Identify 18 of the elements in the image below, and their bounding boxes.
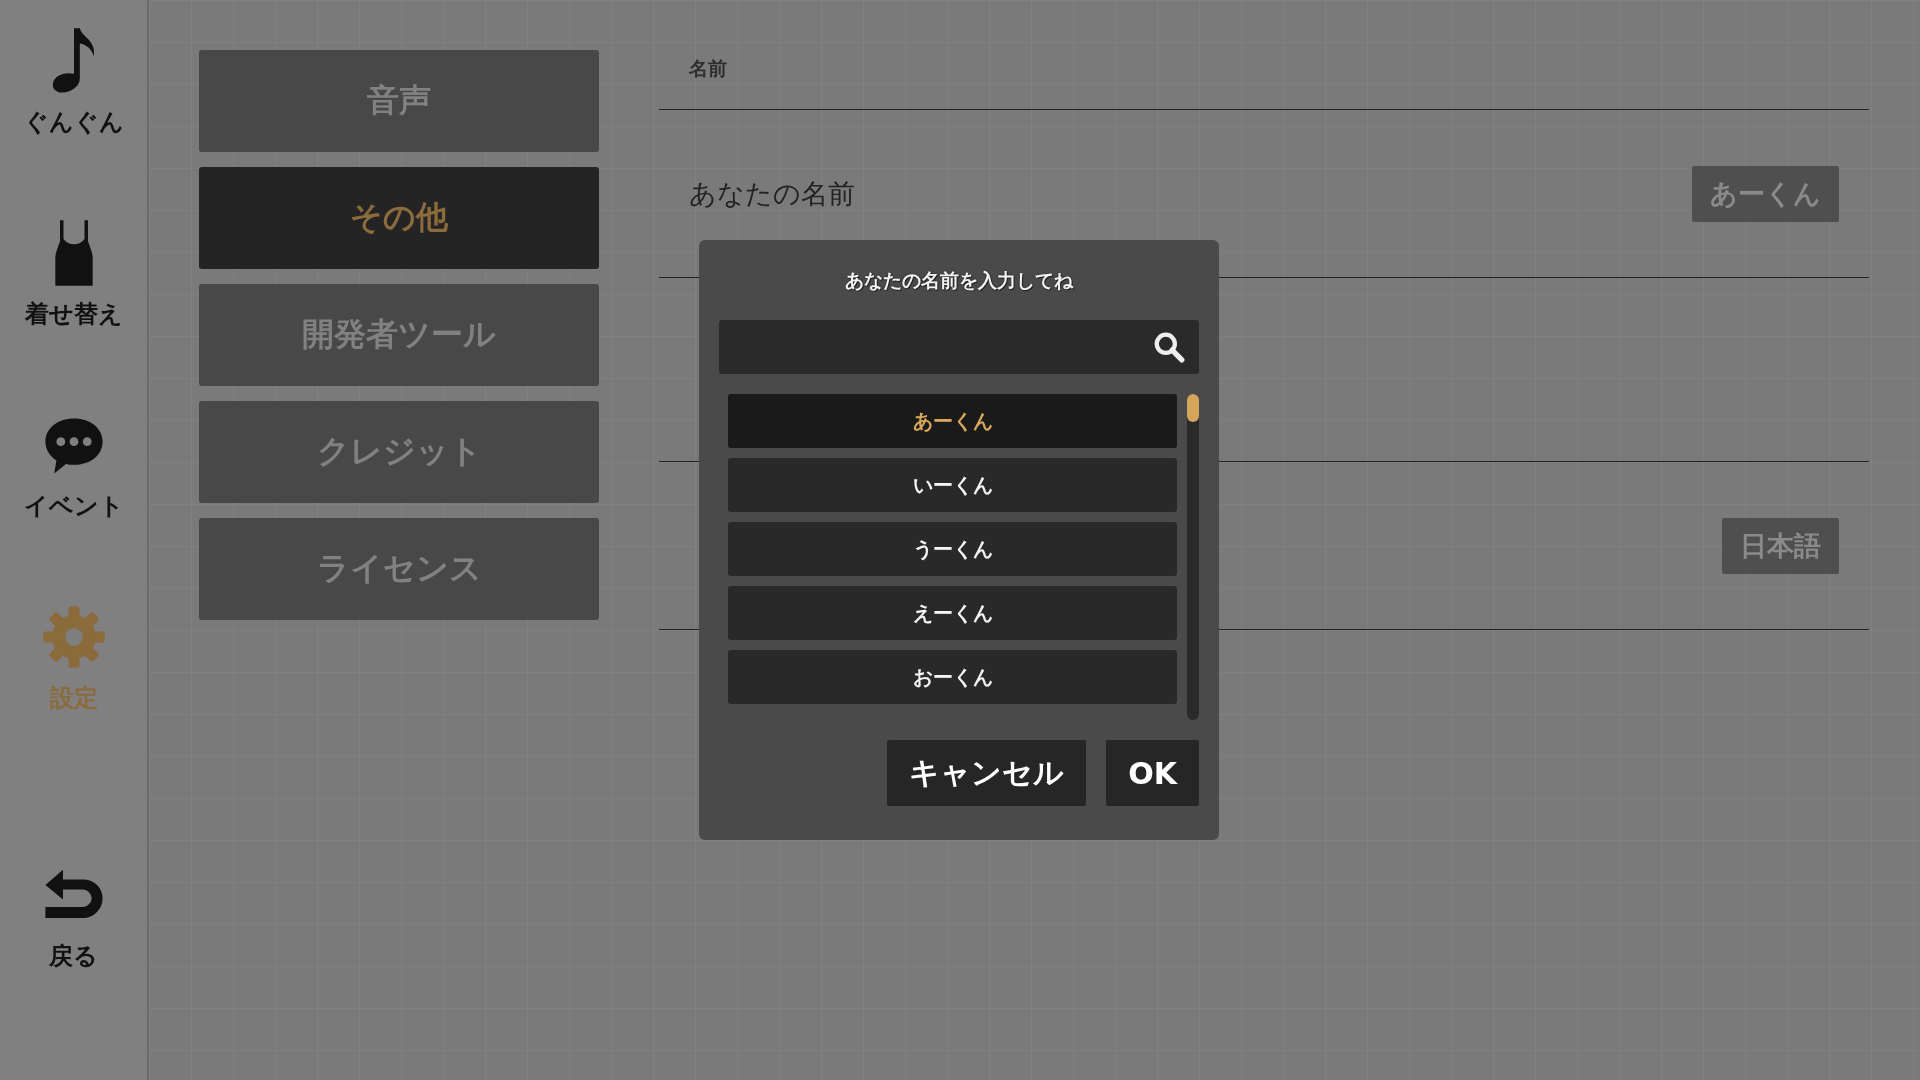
name-option[interactable]: うーくん (728, 522, 1177, 576)
dialog-button[interactable]: OK (1106, 740, 1199, 806)
dialog-title: あなたの名前を入力してね (844, 268, 1075, 293)
sidebar-item[interactable]: 着せ替え (8, 218, 139, 410)
name-option[interactable]: えーくん (728, 586, 1177, 640)
dialog-button[interactable]: キャンセル (887, 740, 1087, 806)
search-field[interactable] (719, 320, 1199, 374)
menu-tab[interactable]: その他 (199, 167, 599, 269)
name-option[interactable]: おーくん (728, 650, 1177, 704)
name-option[interactable]: あーくん (728, 394, 1177, 448)
section-header: 名前 (689, 57, 727, 79)
name-option[interactable]: いーくん (728, 458, 1177, 512)
sidebar-item[interactable]: ぐんぐん (8, 26, 139, 218)
scrollbar[interactable] (1187, 394, 1199, 720)
back-button[interactable]: 戻る (8, 860, 139, 1052)
sidebar-item[interactable]: イベント (8, 410, 139, 602)
setting-label: あなたの名前 (689, 176, 855, 211)
search-icon (1153, 331, 1185, 363)
